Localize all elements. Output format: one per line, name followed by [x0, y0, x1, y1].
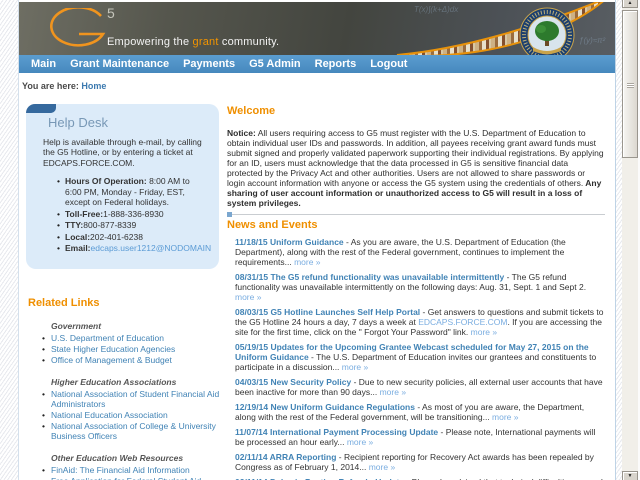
help-desk-email-link[interactable]: edcaps.user1212@NODOMAIN: [91, 243, 212, 253]
news-item-link[interactable]: 08/03/15 G5 Hotline Launches Self Help P…: [235, 307, 420, 317]
news-more-link[interactable]: more »: [235, 292, 261, 302]
scrollbar-thumb[interactable]: [622, 10, 638, 158]
page: T(x)∫(k+Δ)dx ƒ(y)≈π² 5 Empowering the gr…: [18, 0, 616, 480]
news-item: 05/19/15 Updates for the Upcoming Grante…: [235, 342, 605, 372]
help-desk-item-value: 800-877-8339: [83, 220, 137, 230]
list-item: Office of Management & Budget: [26, 355, 223, 365]
related-links-list: National Association of Student Financia…: [26, 389, 223, 441]
list-item: National Association of College & Univer…: [26, 421, 223, 441]
help-desk-item: Toll-Free:1-888-336-8930: [57, 209, 205, 220]
help-desk-item-label: Local:: [65, 231, 91, 242]
help-desk-panel: Help Desk Help is available through e-ma…: [26, 104, 219, 269]
list-item: U.S. Department of Education: [26, 333, 223, 343]
news-item-link[interactable]: 11/18/15 Uniform Guidance: [235, 237, 344, 247]
related-link-finaid-the-financial-aid-infor[interactable]: FinAid: The Financial Aid Information: [51, 465, 190, 475]
news-item: 08/31/15 The G5 refund functionality was…: [235, 272, 605, 302]
related-links-groups: Government U.S. Department of EducationSt…: [26, 321, 223, 480]
main-panel: Welcome Notice: All users requiring acce…: [223, 97, 615, 480]
related-link-state-higher-education-agencie[interactable]: State Higher Education Agencies: [51, 344, 175, 354]
help-desk-list: Hours Of Operation: 8:00 AM to 6:00 PM, …: [57, 176, 211, 254]
help-desk-item-label: TTY:: [65, 220, 84, 230]
related-link-free-application-for-federal-s[interactable]: Free Application for Federal Student Aid: [51, 476, 201, 480]
notice-text: Notice: All users requiring access to G5…: [227, 128, 604, 208]
divider-square-icon: [227, 212, 232, 217]
scroll-up-button[interactable]: ▲: [622, 0, 638, 8]
help-desk-item: Local:202-401-6238: [57, 232, 205, 243]
list-item: FinAid: The Financial Aid Information: [26, 465, 223, 475]
related-links-list: U.S. Department of EducationState Higher…: [26, 333, 223, 365]
list-item: National Education Association: [26, 410, 223, 420]
news-item: 02/11/14 ARRA Reporting - Recipient repo…: [235, 452, 605, 472]
help-desk-item-label: Hours Of Operation:: [65, 176, 147, 186]
nav-item-main[interactable]: Main: [31, 58, 56, 70]
breadcrumb: You are here: Home: [19, 73, 615, 97]
news-item-link[interactable]: 08/31/15 The G5 refund functionality was…: [235, 272, 504, 282]
page-background: { "colors": { "accent_orange": "#ef8f00"…: [0, 0, 640, 480]
sidebar: Help Desk Help is available through e-ma…: [26, 97, 223, 480]
help-desk-title: Help Desk: [48, 115, 108, 130]
news-more-link[interactable]: more »: [492, 412, 518, 422]
nav-item-reports[interactable]: Reports: [315, 58, 357, 70]
help-desk-item-value: 202-401-6238: [90, 231, 143, 242]
scroll-down-button[interactable]: ▼: [622, 471, 638, 480]
nav-item-payments[interactable]: Payments: [183, 58, 235, 70]
news-more-link[interactable]: more »: [380, 387, 406, 397]
help-desk-item: Hours Of Operation: 8:00 AM to 6:00 PM, …: [57, 176, 205, 208]
news-more-link[interactable]: more »: [369, 462, 395, 472]
nav-item-grant-maintenance[interactable]: Grant Maintenance: [70, 58, 169, 70]
news-item: 08/03/15 G5 Hotline Launches Self Help P…: [235, 307, 605, 337]
news-item-link[interactable]: 02/11/14 ARRA Reporting: [235, 452, 336, 462]
list-item: National Association of Student Financia…: [26, 389, 223, 409]
g5-logo: [50, 8, 106, 47]
news-item-link[interactable]: 12/19/14 New Uniform Guidance Regulation…: [235, 402, 415, 412]
related-links-group-heading: Government: [51, 320, 102, 331]
related-link-national-association-of-colleg[interactable]: National Association of College & Univer…: [51, 421, 216, 441]
content: Help Desk Help is available through e-ma…: [19, 97, 615, 480]
main-nav: Main Grant Maintenance Payments G5 Admin Rep…: [19, 55, 615, 73]
news-item-link[interactable]: 11/07/14 International Payment Processin…: [235, 427, 438, 437]
news-inline-link[interactable]: EDCAPS.FORCE.COM: [418, 317, 507, 327]
breadcrumb-home-link[interactable]: Home: [81, 81, 106, 91]
related-links-title: Related Links: [28, 296, 100, 309]
list-item: State Higher Education Agencies: [26, 344, 223, 354]
news-item: 04/03/15 New Security Policy - Due to ne…: [235, 377, 605, 397]
news-more-link[interactable]: more »: [342, 362, 368, 372]
news-more-link[interactable]: more »: [471, 327, 497, 337]
news-item: 12/19/14 New Uniform Guidance Regulation…: [235, 402, 605, 422]
help-desk-item: Email:edcaps.user1212@NODOMAIN: [57, 243, 211, 254]
related-links-group-heading: Higher Education Associations: [51, 376, 177, 387]
help-desk-item-label: Toll-Free:: [65, 208, 104, 219]
vertical-scrollbar[interactable]: ▲ ▼: [622, 0, 638, 480]
g5-logo-five: 5: [107, 5, 115, 21]
breadcrumb-prefix: You are here:: [22, 81, 79, 91]
related-links-group-heading: Other Education Web Resources: [51, 452, 184, 463]
section-divider: [227, 212, 605, 217]
related-link-national-association-of-studen[interactable]: National Association of Student Financia…: [51, 389, 219, 409]
news-item: 11/18/15 Uniform Guidance - As you are a…: [235, 237, 605, 267]
department-of-education-seal: [519, 7, 575, 55]
welcome-title: Welcome: [227, 105, 276, 117]
news-list: 11/18/15 Uniform Guidance - As you are a…: [227, 237, 605, 480]
news-more-link[interactable]: more »: [294, 257, 320, 267]
related-link-u-s-department-of-education[interactable]: U.S. Department of Education: [51, 333, 164, 343]
help-desk-item-value: 1-888-336-8930: [103, 208, 164, 219]
help-desk-item-label: Email:: [65, 243, 91, 253]
panel-corner-accent: [26, 104, 56, 113]
news-title: News and Events: [227, 219, 318, 231]
related-link-office-of-management-budget[interactable]: Office of Management & Budget: [51, 355, 172, 365]
help-desk-item: TTY:800-877-8339: [57, 220, 205, 231]
nav-item-logout[interactable]: Logout: [370, 58, 407, 70]
related-links-list: FinAid: The Financial Aid InformationFre…: [26, 465, 223, 480]
news-item: 11/07/14 International Payment Processin…: [235, 427, 605, 447]
news-more-link[interactable]: more »: [347, 437, 373, 447]
news-item-link[interactable]: 04/03/15 New Security Policy: [235, 377, 351, 387]
header-banner: T(x)∫(k+Δ)dx ƒ(y)≈π² 5 Empowering the gr…: [19, 2, 615, 55]
help-desk-intro: Help is available through e-mail, by cal…: [43, 136, 202, 168]
bookshelf-graphic: [396, 2, 604, 55]
tagline: Empowering the grant community.: [107, 36, 280, 48]
related-link-national-education-association[interactable]: National Education Association: [51, 410, 168, 420]
list-item: Free Application for Federal Student Aid: [26, 476, 223, 480]
scrollbar-grip-icon: [627, 83, 634, 88]
nav-item-g5-admin[interactable]: G5 Admin: [249, 58, 301, 70]
